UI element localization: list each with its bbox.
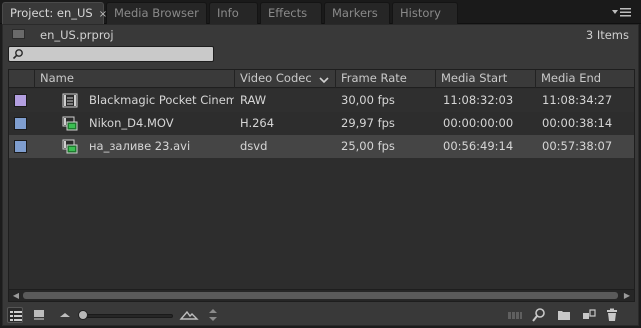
- tab-media-browser[interactable]: Media Browser: [106, 2, 207, 24]
- label-color-swatch[interactable]: [14, 117, 27, 130]
- project-file-icon: [12, 29, 25, 39]
- automate-to-sequence-icon[interactable]: [507, 307, 523, 323]
- column-header-video-codec[interactable]: Video Codec: [234, 70, 335, 88]
- tab-project[interactable]: Project: en_US ×: [2, 2, 107, 24]
- tab-effects-label: Effects: [268, 6, 308, 20]
- search-field[interactable]: [8, 46, 214, 62]
- find-icon[interactable]: [531, 307, 547, 323]
- tab-markers[interactable]: Markers: [324, 2, 390, 24]
- sort-order-icon[interactable]: [205, 307, 221, 323]
- scroll-left-icon[interactable]: ◀: [11, 291, 21, 301]
- table-row[interactable]: Nikon_D4.MOV H.264 29,97 fps 00:00:00:00…: [9, 112, 634, 135]
- zoom-out-icon[interactable]: [57, 307, 73, 323]
- tab-effects[interactable]: Effects: [260, 2, 322, 24]
- thumbnail-size-slider[interactable]: [79, 314, 173, 318]
- tab-media-browser-label: Media Browser: [114, 6, 199, 20]
- project-file-name: en_US.prproj: [40, 28, 114, 42]
- label-color-swatch[interactable]: [14, 140, 27, 153]
- column-header-video-codec-label: Video Codec: [240, 71, 312, 85]
- column-header-frame-rate[interactable]: Frame Rate: [335, 70, 435, 88]
- scroll-right-icon[interactable]: ▶: [622, 291, 632, 301]
- tab-markers-label: Markers: [332, 6, 378, 20]
- trash-icon[interactable]: [604, 307, 620, 323]
- column-header-name[interactable]: Name: [34, 70, 234, 88]
- cell-name: Nikon_D4.MOV: [89, 116, 174, 130]
- image-sequence-icon: [62, 93, 78, 108]
- panel-tab-bar: Project: en_US × Media Browser Info Effec…: [0, 0, 641, 24]
- bottom-toolbar: [3, 305, 638, 325]
- search-icon: [12, 48, 24, 60]
- column-header-row: Name Video Codec Frame Rate Media Start …: [9, 70, 634, 88]
- horizontal-scrollbar[interactable]: ◀ ▶: [9, 289, 634, 301]
- zoom-in-icon[interactable]: [179, 307, 199, 323]
- tab-history[interactable]: History: [392, 2, 458, 24]
- cell-video-codec: RAW: [240, 93, 267, 107]
- table-row[interactable]: на_заливе 23.avi dsvd 25,00 fps 00:56:49…: [9, 135, 634, 158]
- cell-frame-rate: 30,00 fps: [341, 93, 395, 107]
- cell-name: на_заливе 23.avi: [89, 139, 191, 153]
- label-color-swatch[interactable]: [14, 94, 27, 107]
- cell-media-end: 00:00:38:14: [542, 116, 613, 130]
- project-item-list: Name Video Codec Frame Rate Media Start …: [8, 69, 635, 302]
- column-header-media-start[interactable]: Media Start: [435, 70, 535, 88]
- panel-menu-icon[interactable]: [611, 5, 633, 19]
- cell-media-start: 00:00:00:00: [443, 116, 514, 130]
- cell-media-start: 00:56:49:14: [443, 139, 514, 153]
- new-item-icon[interactable]: [581, 307, 597, 323]
- cell-frame-rate: 29,97 fps: [341, 116, 395, 130]
- column-header-media-end[interactable]: Media End: [535, 70, 636, 88]
- cell-name: Blackmagic Pocket Cinema: [89, 93, 234, 107]
- cell-video-codec: dsvd: [240, 139, 268, 153]
- project-info-row: en_US.prproj 3 Items: [3, 25, 638, 45]
- chevron-down-icon: [319, 73, 329, 84]
- cell-media-start: 11:08:32:03: [443, 93, 514, 107]
- item-count: 3 Items: [585, 28, 629, 42]
- cell-video-codec: H.264: [240, 116, 275, 130]
- column-header-label[interactable]: [9, 70, 34, 88]
- tab-info[interactable]: Info: [209, 2, 258, 24]
- cell-frame-rate: 25,00 fps: [341, 139, 395, 153]
- tab-history-label: History: [400, 6, 441, 20]
- video-clip-icon: [62, 116, 78, 131]
- cell-media-end: 00:57:38:07: [542, 139, 613, 153]
- new-bin-icon[interactable]: [556, 307, 572, 323]
- cell-media-end: 11:08:34:27: [542, 93, 613, 107]
- icon-view-icon[interactable]: [31, 307, 47, 323]
- tab-project-label: Project: en_US: [10, 6, 93, 20]
- scrollbar-thumb[interactable]: [23, 292, 618, 299]
- table-row[interactable]: Blackmagic Pocket Cinema RAW 30,00 fps 1…: [9, 89, 634, 112]
- video-clip-icon: [62, 139, 78, 154]
- list-view-icon[interactable]: [7, 307, 23, 323]
- slider-handle[interactable]: [78, 310, 88, 320]
- project-panel: en_US.prproj 3 Items Name Video Codec Fr…: [2, 24, 639, 326]
- tab-info-label: Info: [217, 6, 239, 20]
